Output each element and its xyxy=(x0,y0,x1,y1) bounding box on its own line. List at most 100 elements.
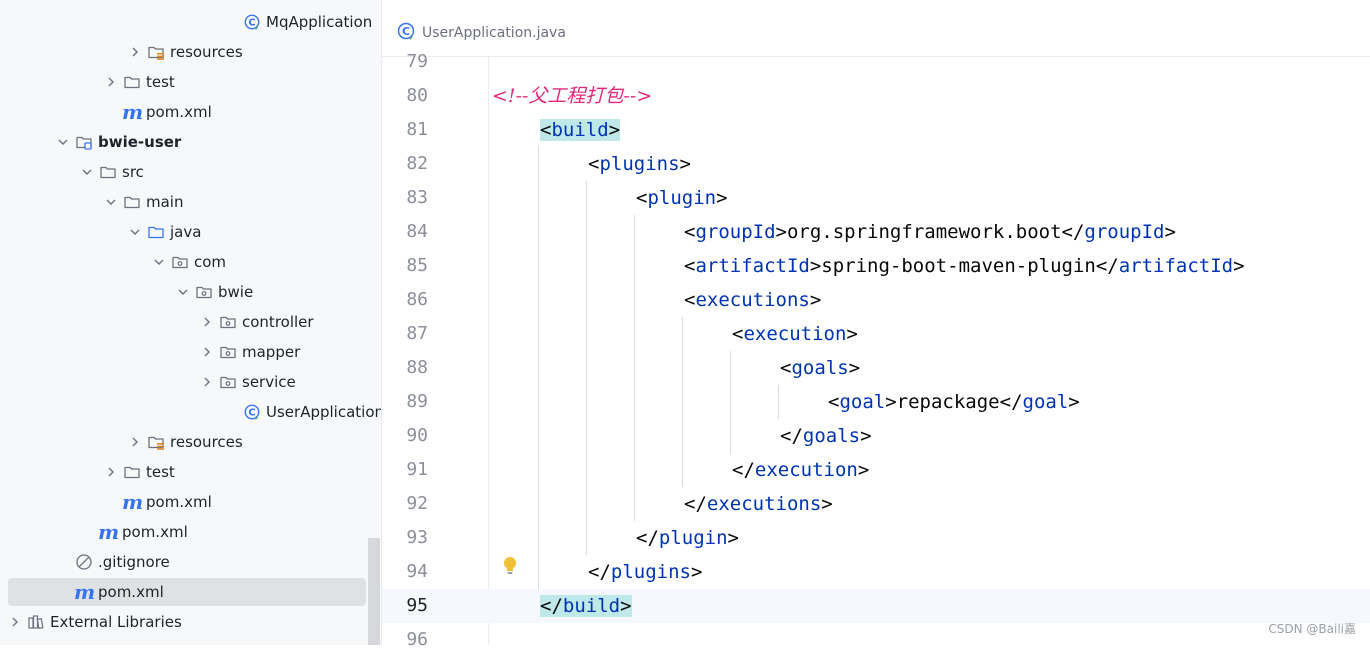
xml-bracket: > xyxy=(809,289,822,311)
code-line[interactable]: 86 <executions> xyxy=(382,283,1370,317)
xml-tag-name: build xyxy=(562,595,621,617)
tree-item[interactable]: controller xyxy=(0,307,368,337)
xml-bracket: < xyxy=(828,391,840,413)
code-line[interactable]: 96 xyxy=(382,623,1370,657)
editor-tab-userapplication[interactable]: C UserApplication.java xyxy=(396,22,566,44)
chevron-right-icon[interactable] xyxy=(104,457,118,487)
tree-item[interactable]: test xyxy=(0,67,368,97)
code-area[interactable]: 79 80 <!--父工程打包--> 81 <build> 82 <plugins> 83 <p… xyxy=(382,51,1370,650)
code-line[interactable]: 84 <groupId>org.springframework.boot</gro… xyxy=(382,215,1370,249)
xml-bracket: </ xyxy=(732,459,755,481)
tree-item[interactable]: resources xyxy=(0,427,368,457)
code-line[interactable]: 91 </execution> xyxy=(382,453,1370,487)
chevron-right-icon[interactable] xyxy=(200,307,214,337)
tree-item[interactable]: mapper xyxy=(0,337,368,367)
svg-text:C: C xyxy=(248,408,255,419)
code-line[interactable]: 93 </plugin> xyxy=(382,521,1370,555)
tree-item[interactable]: C UserApplication xyxy=(0,397,381,427)
chevron-right-icon[interactable] xyxy=(200,367,214,397)
line-number: 90 xyxy=(406,425,428,446)
tree-item[interactable]: m pom.xml xyxy=(0,97,368,127)
tree-item[interactable]: src xyxy=(0,157,368,187)
xml-bracket: > xyxy=(679,153,691,175)
tree-item-label: com xyxy=(194,253,227,271)
chevron-down-icon[interactable] xyxy=(56,127,70,157)
xml-bracket: < xyxy=(588,153,600,175)
chevron-down-icon[interactable] xyxy=(152,247,166,277)
tree-item[interactable]: m pom.xml xyxy=(0,577,368,607)
code-line[interactable]: 82 <plugins> xyxy=(382,147,1370,181)
code-line[interactable]: 83 <plugin> xyxy=(382,181,1370,215)
tree-item-label: service xyxy=(242,373,296,391)
tree-item[interactable]: bwie xyxy=(0,277,368,307)
code-line[interactable]: 90 </goals> xyxy=(382,419,1370,453)
code-editor[interactable]: C UserApplication.java 79 80 <!--父工程打包--> 8… xyxy=(382,0,1370,650)
libraries-icon xyxy=(26,607,46,637)
chevron-right-icon[interactable] xyxy=(104,67,118,97)
tree-item-label: src xyxy=(122,163,144,181)
tree-item[interactable]: m pom.xml xyxy=(0,487,368,517)
code-line-content: <build> xyxy=(540,113,621,147)
chevron-right-icon[interactable] xyxy=(8,607,22,637)
code-line-content: </executions> xyxy=(684,487,833,521)
line-number: 85 xyxy=(406,255,428,276)
tree-item[interactable]: service xyxy=(0,367,368,397)
line-number: 87 xyxy=(406,323,428,344)
code-line[interactable]: 81 <build> xyxy=(382,113,1370,147)
code-line[interactable]: 95 </build> xyxy=(382,589,1370,623)
tree-item[interactable]: java xyxy=(0,217,368,247)
tree-item[interactable]: .gitignore xyxy=(0,547,368,577)
chevron-right-icon[interactable] xyxy=(128,37,142,67)
tree-item[interactable]: main xyxy=(0,187,368,217)
package-icon xyxy=(170,247,190,277)
line-number: 96 xyxy=(406,629,428,650)
chevron-down-icon[interactable] xyxy=(176,277,190,307)
project-tree[interactable]: C MqApplication resources test m pom.xml bwie-… xyxy=(0,0,382,645)
package-icon xyxy=(218,307,238,337)
xml-tag-name: execution xyxy=(754,459,858,481)
xml-bracket: > xyxy=(846,323,858,345)
code-line[interactable]: 87 <execution> xyxy=(382,317,1370,351)
line-number: 93 xyxy=(406,527,428,548)
tree-item-label: resources xyxy=(170,433,243,451)
tree-item[interactable]: resources xyxy=(0,37,368,67)
indent-guide xyxy=(634,215,635,521)
xml-text: org.springframework.boot xyxy=(786,221,1062,243)
maven-icon: m xyxy=(122,100,144,124)
tree-item[interactable]: com xyxy=(0,247,368,277)
code-line[interactable]: 80 <!--父工程打包--> xyxy=(382,79,1370,113)
tree-item-label: UserApplication xyxy=(266,403,382,421)
code-line-content: </build> xyxy=(540,589,632,623)
resources-folder-icon xyxy=(146,427,166,457)
xml-bracket: < xyxy=(684,255,696,277)
module-icon xyxy=(74,127,94,157)
sidebar-scrollbar[interactable] xyxy=(368,538,380,645)
tree-item[interactable]: m pom.xml xyxy=(0,517,368,547)
chevron-right-icon[interactable] xyxy=(128,427,142,457)
chevron-right-icon[interactable] xyxy=(200,337,214,367)
code-line[interactable]: 94 </plugins> xyxy=(382,555,1370,589)
tree-item[interactable]: External Libraries xyxy=(0,607,368,637)
xml-tag-name: artifactId xyxy=(695,255,810,277)
chevron-down-icon[interactable] xyxy=(104,187,118,217)
xml-bracket: > xyxy=(608,119,621,141)
chevron-down-icon[interactable] xyxy=(128,217,142,247)
tree-item[interactable]: bwie-user xyxy=(0,127,368,157)
xml-tag-name: goal xyxy=(839,391,886,413)
svg-text:C: C xyxy=(402,25,410,38)
line-number: 82 xyxy=(406,153,428,174)
code-line[interactable]: 89 <goal>repackage</goal> xyxy=(382,385,1370,419)
chevron-down-icon[interactable] xyxy=(80,157,94,187)
tree-item[interactable]: test xyxy=(0,457,368,487)
code-line-content: </plugin> xyxy=(636,521,739,555)
tree-item[interactable]: C MqApplication xyxy=(0,7,372,37)
xml-bracket: > xyxy=(1068,391,1080,413)
code-line[interactable]: 88 <goals> xyxy=(382,351,1370,385)
indent-guide xyxy=(538,147,539,589)
maven-icon: m xyxy=(98,520,120,544)
code-line[interactable]: 79 xyxy=(382,45,1370,79)
code-line[interactable]: 92 </executions> xyxy=(382,487,1370,521)
xml-tag-name: goals xyxy=(791,357,849,379)
code-line[interactable]: 85 <artifactId>spring-boot-maven-plugin</… xyxy=(382,249,1370,283)
code-line-content: </plugins> xyxy=(588,555,702,589)
